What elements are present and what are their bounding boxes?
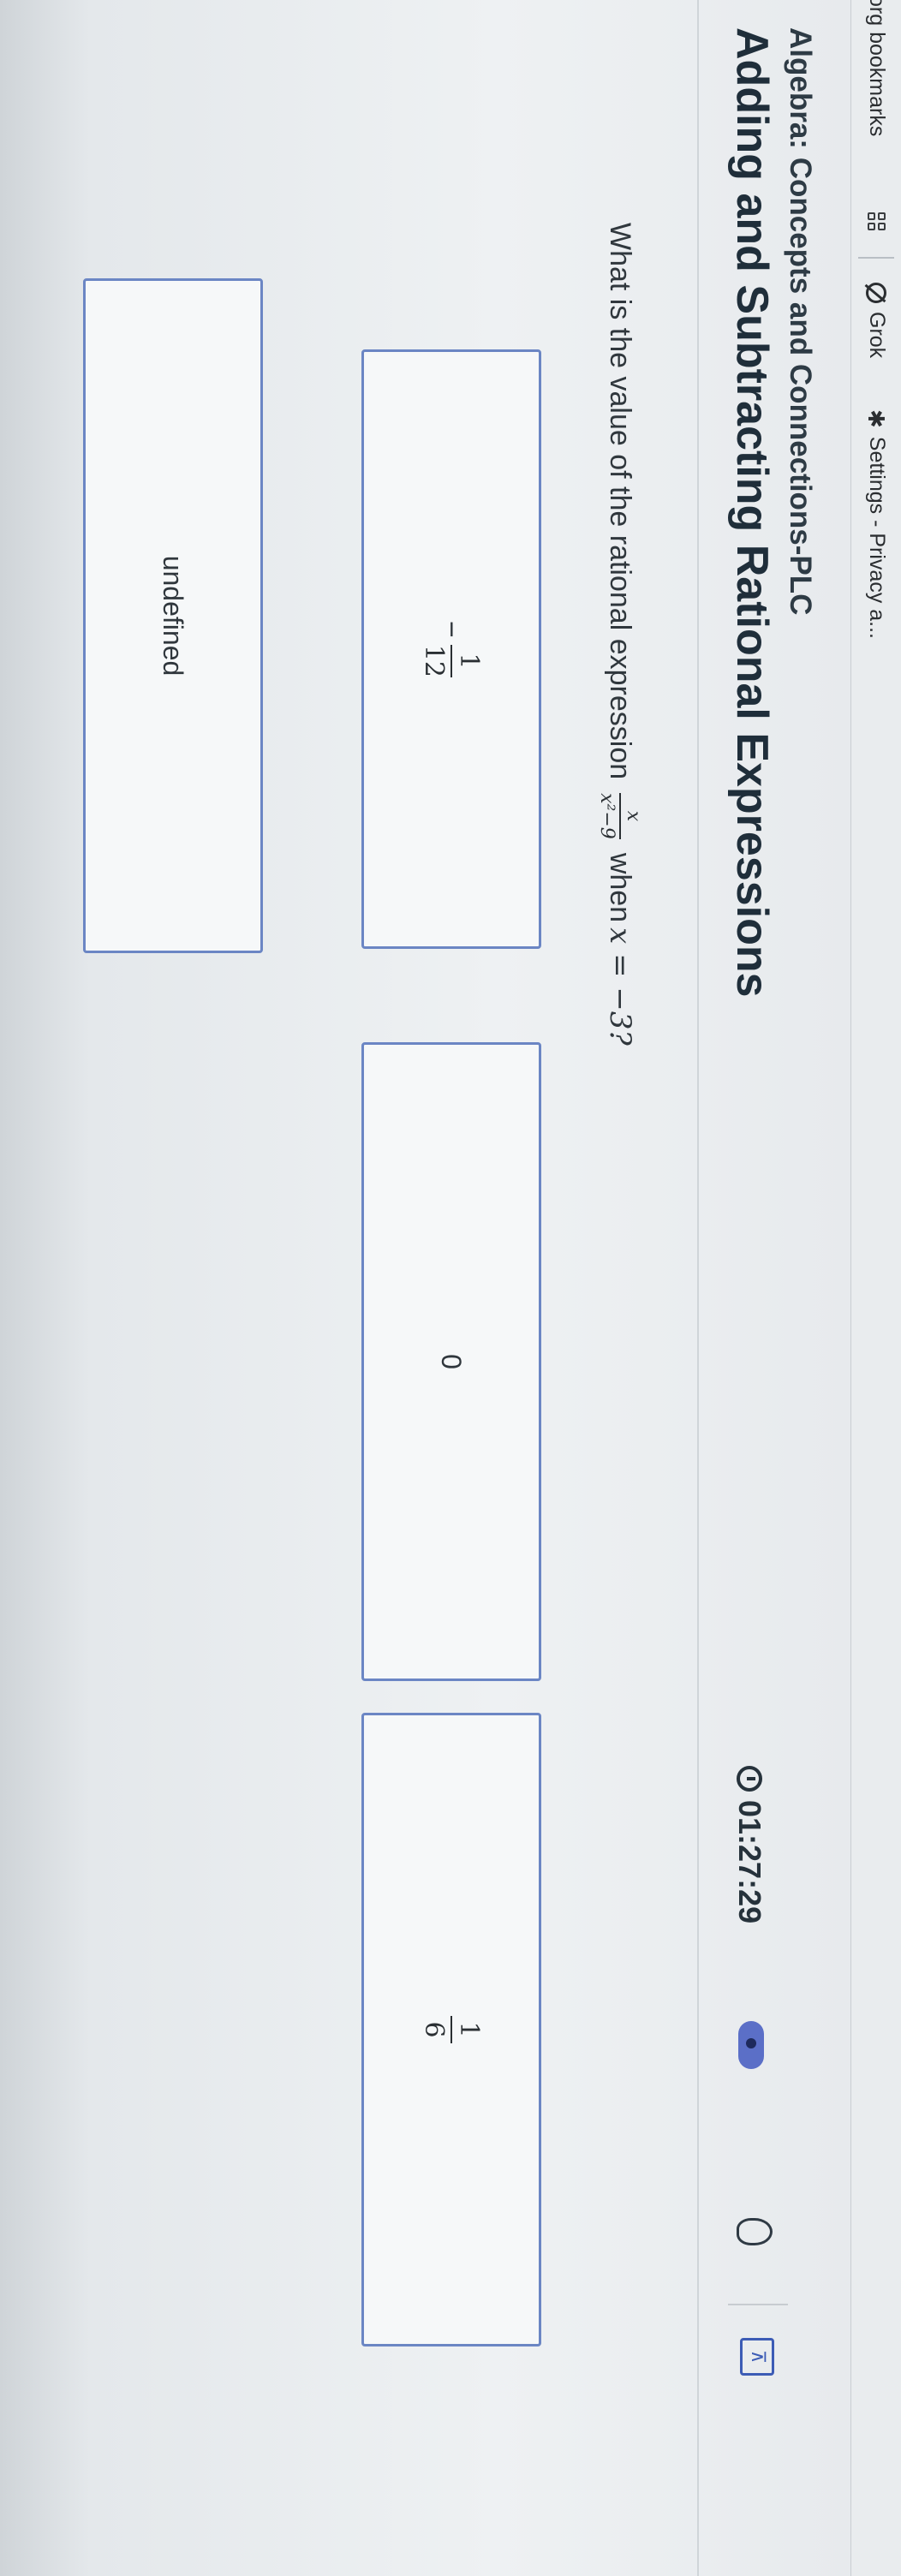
choice-fraction: 1 6 [419, 2016, 484, 2043]
calculator-icon[interactable]: ⊼ [740, 2338, 774, 2376]
question-middle: when [604, 852, 637, 923]
bookmark-label: Settings - Privacy a... [865, 436, 889, 639]
gear-icon: ✱ [863, 409, 890, 428]
choice-fraction: 1 12 [419, 644, 484, 678]
choice-label: undefined [158, 555, 189, 677]
bookmarks-bar: org bookmarks Grok ✱ Settings - Privacy … [850, 0, 901, 2576]
choice-denominator: 12 [419, 644, 449, 678]
fraction-bar [450, 2016, 452, 2043]
bookmark-divider [858, 257, 894, 259]
choice-sign: − [435, 620, 468, 638]
question-condition: x = −3? [603, 927, 637, 1046]
fraction-numerator: x [623, 810, 644, 822]
timer-value: 01:27:29 [732, 1800, 767, 1924]
fraction-bar [450, 644, 452, 678]
answer-choice-c[interactable]: 1 6 [361, 1713, 541, 2346]
toolbar-divider [728, 2304, 788, 2305]
header-divider [697, 0, 699, 2576]
lightbulb-icon[interactable] [737, 2218, 773, 2245]
grok-icon [866, 283, 887, 303]
fraction-denominator: x²−9 [596, 793, 618, 839]
question-prefix: What is the value of the rational expres… [604, 223, 637, 780]
bookmark-org[interactable]: org bookmarks [864, 0, 889, 136]
screen: org bookmarks Grok ✱ Settings - Privacy … [0, 0, 901, 2576]
answer-choice-d[interactable]: undefined [83, 278, 263, 953]
progress-toggle[interactable] [738, 2021, 764, 2069]
choice-numerator: 1 [454, 653, 484, 670]
answer-choice-b[interactable]: 0 [361, 1042, 541, 1681]
rotated-viewport: org bookmarks Grok ✱ Settings - Privacy … [0, 0, 901, 2576]
clock-icon [737, 1766, 762, 1792]
timer: 01:27:29 [731, 1766, 767, 1923]
bookmark-grok[interactable]: Grok [864, 283, 889, 358]
bookmark-label: Grok [865, 312, 889, 359]
topic-title: Adding and Subtracting Rational Expressi… [727, 27, 777, 998]
choice-label: 0 [436, 1354, 468, 1369]
question-text: What is the value of the rational expres… [596, 223, 644, 1051]
question-fraction: x x²−9 [596, 793, 644, 839]
choice-numerator: 1 [454, 2021, 484, 2038]
apps-grid-icon[interactable] [867, 212, 886, 231]
fraction-bar [619, 793, 621, 839]
bookmark-label: org bookmarks [865, 0, 889, 137]
bookmark-settings-privacy[interactable]: ✱ Settings - Privacy a... [863, 409, 890, 639]
course-title: Algebra: Concepts and Connections-PLC [784, 27, 817, 616]
answer-choice-a[interactable]: − 1 12 [361, 349, 541, 949]
choice-denominator: 6 [419, 2021, 449, 2038]
